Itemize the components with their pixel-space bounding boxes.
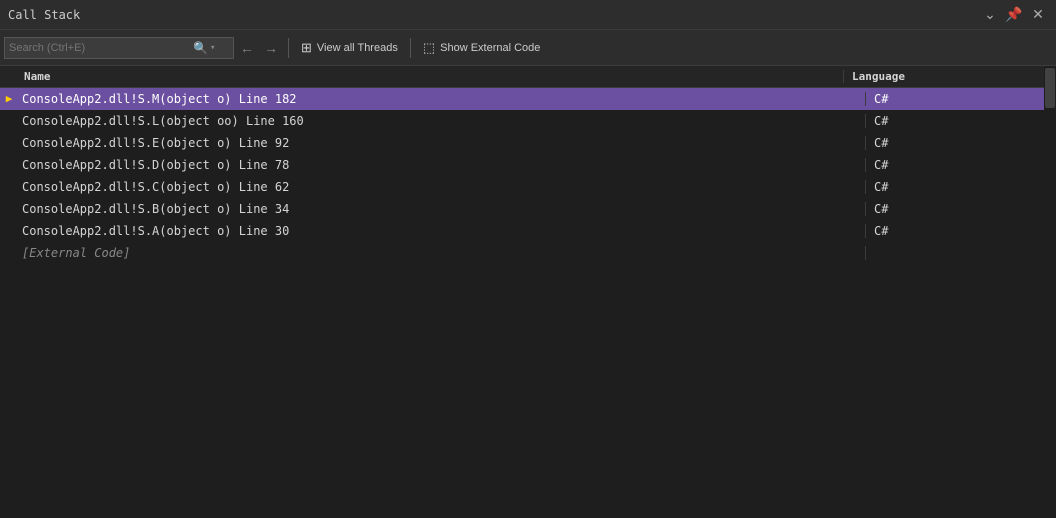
toolbar-separator-2 xyxy=(410,38,411,58)
table-row[interactable]: ConsoleApp2.dll!S.E(object o) Line 92 C# xyxy=(0,132,1056,154)
title-bar-left: Call Stack xyxy=(8,8,80,22)
show-external-code-button[interactable]: ⬚ Show External Code xyxy=(417,36,547,60)
content-area: Name Language ▶ ConsoleApp2.dll!S.M(obje… xyxy=(0,66,1056,518)
row-name-cell: ConsoleApp2.dll!S.B(object o) Line 34 xyxy=(18,202,866,216)
view-all-threads-button[interactable]: ⊞ View all Threads xyxy=(295,36,404,60)
close-button[interactable]: ✕ xyxy=(1028,5,1048,25)
search-icon-area: 🔍 ▾ xyxy=(193,41,215,55)
external-code-icon: ⬚ xyxy=(423,40,435,56)
row-name-cell: [External Code] xyxy=(18,246,866,260)
row-lang-cell: C# xyxy=(866,224,1056,238)
forward-icon: → xyxy=(264,40,278,56)
toolbar: 🔍 ▾ ← → ⊞ View all Threads ⬚ Show Extern… xyxy=(0,30,1056,66)
search-box: 🔍 ▾ xyxy=(4,37,234,59)
forward-button[interactable]: → xyxy=(260,37,282,59)
close-icon: ✕ xyxy=(1032,6,1044,23)
row-indicator: ▶ xyxy=(0,92,18,105)
title-bar-controls: ⌄ 📌 ✕ xyxy=(980,5,1048,25)
table-row[interactable]: ConsoleApp2.dll!S.C(object o) Line 62 C# xyxy=(0,176,1056,198)
scrollbar-thumb[interactable] xyxy=(1045,68,1055,108)
row-name-cell: ConsoleApp2.dll!S.L(object oo) Line 160 xyxy=(18,114,866,128)
pin-button[interactable]: 📌 xyxy=(1004,5,1024,25)
row-lang-cell: C# xyxy=(866,180,1056,194)
column-name-header: Name xyxy=(0,70,844,83)
table-row[interactable]: ConsoleApp2.dll!S.D(object o) Line 78 C# xyxy=(0,154,1056,176)
show-external-code-label: Show External Code xyxy=(440,42,540,54)
table-row[interactable]: ConsoleApp2.dll!S.A(object o) Line 30 C# xyxy=(0,220,1056,242)
search-input[interactable] xyxy=(9,42,189,54)
chevron-down-icon: ⌄ xyxy=(984,6,996,23)
table-row[interactable]: [External Code] xyxy=(0,242,1056,264)
row-lang-cell: C# xyxy=(866,92,1056,106)
table-body: ▶ ConsoleApp2.dll!S.M(object o) Line 182… xyxy=(0,88,1056,264)
row-name-cell: ConsoleApp2.dll!S.D(object o) Line 78 xyxy=(18,158,866,172)
search-dropdown-arrow[interactable]: ▾ xyxy=(210,43,215,53)
row-name-cell: ConsoleApp2.dll!S.E(object o) Line 92 xyxy=(18,136,866,150)
vertical-scrollbar[interactable] xyxy=(1044,66,1056,518)
table-row[interactable]: ConsoleApp2.dll!S.L(object oo) Line 160 … xyxy=(0,110,1056,132)
table-header: Name Language xyxy=(0,66,1056,88)
view-all-threads-label: View all Threads xyxy=(317,42,398,54)
row-lang-cell: C# xyxy=(866,158,1056,172)
row-lang-cell: C# xyxy=(866,114,1056,128)
table-row[interactable]: ConsoleApp2.dll!S.B(object o) Line 34 C# xyxy=(0,198,1056,220)
row-lang-cell: C# xyxy=(866,136,1056,150)
toolbar-separator-1 xyxy=(288,38,289,58)
table-row[interactable]: ▶ ConsoleApp2.dll!S.M(object o) Line 182… xyxy=(0,88,1056,110)
dropdown-button[interactable]: ⌄ xyxy=(980,5,1000,25)
row-lang-cell: C# xyxy=(866,202,1056,216)
column-language-header: Language xyxy=(844,70,1044,83)
row-name-cell: ConsoleApp2.dll!S.C(object o) Line 62 xyxy=(18,180,866,194)
row-name-cell: ConsoleApp2.dll!S.A(object o) Line 30 xyxy=(18,224,866,238)
pin-icon: 📌 xyxy=(1005,6,1022,23)
search-icon: 🔍 xyxy=(193,41,208,55)
back-button[interactable]: ← xyxy=(236,37,258,59)
window-title: Call Stack xyxy=(8,8,80,22)
back-icon: ← xyxy=(240,40,254,56)
title-bar: Call Stack ⌄ 📌 ✕ xyxy=(0,0,1056,30)
threads-icon: ⊞ xyxy=(301,40,312,56)
row-name-cell: ConsoleApp2.dll!S.M(object o) Line 182 xyxy=(18,92,866,106)
